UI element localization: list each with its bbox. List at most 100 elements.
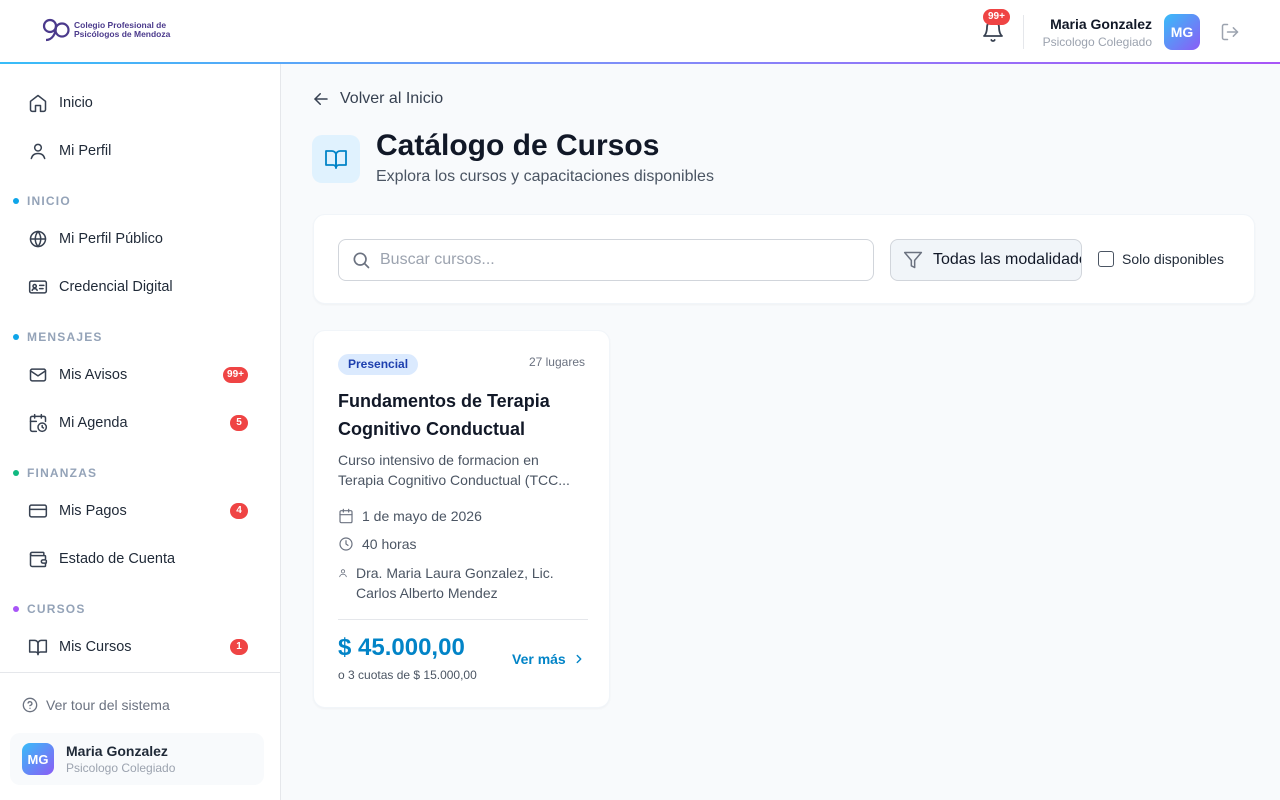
filter-bar: Todas las modalidades Solo disponibles	[313, 214, 1255, 304]
logo-icon	[42, 18, 70, 42]
sidebar-section-inicio: INICIO	[13, 194, 71, 208]
id-card-icon	[28, 280, 48, 294]
see-more-button[interactable]: Ver más	[512, 651, 586, 667]
page-subtitle: Explora los cursos y capacitaciones disp…	[376, 168, 714, 185]
book-open-icon	[325, 150, 347, 169]
search-icon	[353, 252, 370, 269]
sidebar-item-label: Inicio	[59, 95, 93, 111]
logo[interactable]: Colegio Profesional de Psicólogos de Men…	[42, 18, 184, 42]
sidebar-item-label: Mi Perfil	[59, 143, 112, 159]
sidebar-item-mis-cursos[interactable]: Mis Cursos 1	[16, 627, 264, 667]
wallet-icon	[29, 551, 48, 568]
sidebar-item-label: Mis Avisos	[59, 367, 128, 383]
only-available-toggle[interactable]: Solo disponibles	[1098, 251, 1224, 267]
page-title-icon-box	[312, 135, 360, 183]
section-dot	[13, 334, 19, 340]
sidebar-item-label: Mi Agenda	[59, 415, 128, 431]
logout-button[interactable]	[1220, 22, 1240, 42]
section-title: CURSOS	[27, 602, 86, 616]
header-user-name: Maria Gonzalez	[1050, 16, 1152, 32]
clock-icon	[339, 537, 353, 551]
sidebar-item-credencial[interactable]: Credencial Digital	[16, 267, 264, 307]
book-icon	[28, 639, 48, 656]
calendar-clock-icon	[29, 413, 48, 433]
sidebar-badge: 99+	[223, 367, 248, 383]
header-divider	[1023, 15, 1024, 49]
course-price: $ 45.000,00	[338, 634, 465, 661]
course-instructors-text: Dra. Maria Laura Gonzalez, Lic. Carlos A…	[356, 565, 554, 601]
card-divider	[338, 619, 588, 620]
page-title: Catálogo de Cursos	[376, 129, 660, 162]
modality-selected-value: Todas las modalidades	[933, 251, 1082, 268]
places-count: 27 lugares	[528, 355, 585, 369]
course-instructors: Dra. Maria Laura Gonzalez, Lic. Carlos A…	[338, 563, 588, 603]
course-card[interactable]: Presencial 27 lugares Fundamentos de Ter…	[313, 330, 610, 708]
header-user-info: Maria Gonzalez Psicologo Colegiado	[1043, 15, 1152, 51]
course-title: Fundamentos de Terapia Cognitivo Conduct…	[338, 391, 550, 439]
user-icon	[339, 569, 347, 578]
search-input[interactable]	[380, 251, 860, 269]
modality-tag: Presencial	[338, 354, 419, 375]
globe-icon	[29, 230, 47, 248]
mail-icon	[29, 368, 47, 382]
section-dot	[13, 198, 19, 204]
sidebar-item-mi-agenda[interactable]: Mi Agenda 5	[16, 403, 264, 443]
sidebar: Inicio Mi Perfil INICIO Mi Perfil Públic…	[0, 64, 281, 800]
section-dot	[13, 606, 19, 612]
avatar: MG	[22, 743, 54, 775]
filter-icon	[903, 251, 923, 269]
sidebar-user-role: Psicologo Colegiado	[66, 761, 176, 775]
see-more-label: Ver más	[512, 651, 566, 667]
sidebar-section-cursos: CURSOS	[13, 602, 86, 616]
course-hours: 40 horas	[338, 536, 416, 552]
sidebar-item-inicio[interactable]: Inicio	[16, 83, 264, 123]
course-installments: o 3 cuotas de $ 15.000,00	[338, 668, 477, 682]
user-icon	[30, 143, 46, 160]
help-circle-icon	[22, 697, 38, 713]
sidebar-item-mis-pagos[interactable]: Mis Pagos 4	[16, 491, 264, 531]
sidebar-footer: Ver tour del sistema MG Maria Gonzalez P…	[0, 672, 280, 800]
tour-button[interactable]: Ver tour del sistema	[22, 697, 170, 713]
arrow-left-icon	[314, 93, 328, 105]
search-box[interactable]	[338, 239, 874, 281]
sidebar-item-mi-perfil[interactable]: Mi Perfil	[16, 131, 264, 171]
section-title: MENSAJES	[27, 330, 103, 344]
header-avatar[interactable]: MG	[1164, 14, 1200, 50]
logo-text: Colegio Profesional de Psicólogos de Men…	[74, 20, 171, 39]
sidebar-user-name: Maria Gonzalez	[66, 743, 168, 759]
sidebar-badge: 4	[230, 503, 248, 519]
sidebar-user-card[interactable]: MG Maria Gonzalez Psicologo Colegiado	[10, 733, 264, 785]
sidebar-item-label: Mis Cursos	[59, 639, 132, 655]
course-description: Curso intensivo de formacion en Terapia …	[338, 452, 570, 488]
sidebar-item-label: Mi Perfil Público	[59, 231, 163, 247]
sidebar-section-finanzas: FINANZAS	[13, 466, 97, 480]
course-date-text: 1 de mayo de 2026	[362, 508, 482, 524]
only-available-label: Solo disponibles	[1122, 251, 1224, 267]
section-title: FINANZAS	[27, 466, 98, 480]
notifications-badge: 99+	[983, 9, 1010, 25]
chevron-right-icon	[576, 654, 582, 664]
sidebar-item-label: Credencial Digital	[59, 279, 173, 295]
top-header: Colegio Profesional de Psicólogos de Men…	[0, 0, 1280, 64]
sidebar-item-perfil-publico[interactable]: Mi Perfil Público	[16, 219, 264, 259]
back-label: Volver al Inicio	[340, 90, 444, 107]
sidebar-badge: 5	[230, 415, 248, 431]
only-available-checkbox[interactable]	[1098, 251, 1114, 267]
modality-select[interactable]: Todas las modalidades	[890, 239, 1082, 281]
section-title: INICIO	[27, 194, 71, 208]
sidebar-item-label: Estado de Cuenta	[59, 551, 176, 567]
course-date: 1 de mayo de 2026	[338, 508, 482, 524]
logout-icon	[1221, 23, 1239, 41]
back-link[interactable]: Volver al Inicio	[312, 90, 443, 108]
sidebar-badge: 1	[230, 639, 248, 655]
section-dot	[13, 470, 19, 476]
calendar-icon	[339, 508, 353, 524]
sidebar-item-estado-cuenta[interactable]: Estado de Cuenta	[16, 539, 264, 579]
sidebar-item-mis-avisos[interactable]: Mis Avisos 99+	[16, 355, 264, 395]
sidebar-section-mensajes: MENSAJES	[13, 330, 103, 344]
tour-label: Ver tour del sistema	[46, 697, 170, 713]
header-user-role: Psicologo Colegiado	[1042, 35, 1152, 49]
home-icon	[29, 94, 47, 113]
sidebar-item-label: Mis Pagos	[59, 503, 127, 519]
course-hours-text: 40 horas	[362, 536, 417, 552]
